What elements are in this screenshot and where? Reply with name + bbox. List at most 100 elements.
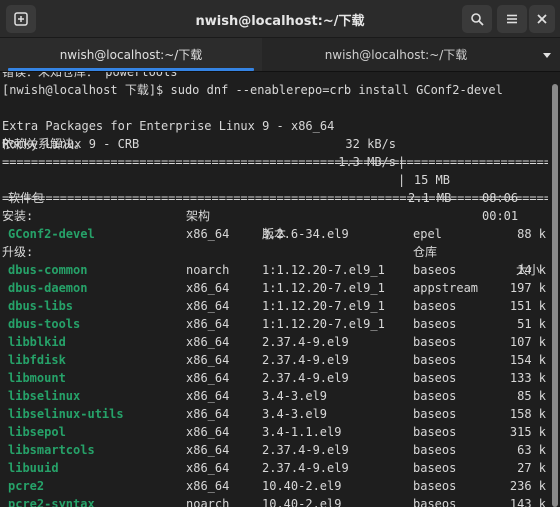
package-name: dbus-daemon bbox=[8, 281, 88, 295]
package-row: pcre2-syntax noarch 10.40-2.el9 baseos 143 k bbox=[2, 495, 548, 507]
package-version: 10.40-2.el9 bbox=[262, 479, 342, 493]
package-repo: baseos bbox=[413, 353, 457, 367]
package-size: 85 k bbox=[517, 389, 546, 403]
package-name: dbus-libs bbox=[8, 299, 74, 313]
package-arch: noarch bbox=[186, 497, 230, 507]
package-size: 158 k bbox=[509, 407, 546, 421]
package-name: dbus-tools bbox=[8, 317, 81, 331]
package-version: 1:1.12.20-7.el9_1 bbox=[262, 299, 385, 313]
package-arch: x86_64 bbox=[186, 227, 230, 241]
package-arch: x86_64 bbox=[186, 407, 230, 421]
package-version: 10.40-2.el9 bbox=[262, 497, 342, 507]
package-version: 2.37.4-9.el9 bbox=[262, 371, 349, 385]
package-name: libuuid bbox=[8, 461, 59, 475]
package-size: 27 k bbox=[517, 461, 546, 475]
package-row: libblkid x86_64 2.37.4-9.el9 baseos 107 k bbox=[2, 333, 548, 351]
package-name: libfdisk bbox=[8, 353, 66, 367]
package-repo: baseos bbox=[413, 371, 457, 385]
package-arch: x86_64 bbox=[186, 443, 230, 457]
package-repo: baseos bbox=[413, 443, 457, 457]
package-version: 3.4-1.1.el9 bbox=[262, 425, 342, 439]
package-repo: baseos bbox=[413, 263, 457, 277]
package-version: 2.37.4-9.el9 bbox=[262, 461, 349, 475]
package-version: 3.4-3.el9 bbox=[262, 407, 328, 421]
package-version: 1:1.12.20-7.el9_1 bbox=[262, 281, 385, 295]
package-row: libmount x86_64 2.37.4-9.el9 baseos 133 k bbox=[2, 369, 548, 387]
package-repo: baseos bbox=[413, 425, 457, 439]
header-repo: 仓库 bbox=[413, 245, 438, 259]
repo-status-line: Rocky Linux 9 - CRB 1.3 MB/s | 2.1 MB 00… bbox=[2, 137, 519, 223]
package-version: 2.37.4-9.el9 bbox=[262, 335, 349, 349]
package-row: libsepol x86_64 3.4-1.1.el9 baseos 315 k bbox=[2, 423, 548, 441]
package-arch: x86_64 bbox=[186, 425, 230, 439]
package-size: 133 k bbox=[509, 371, 546, 385]
package-repo: epel bbox=[413, 227, 442, 241]
package-row: libsmartcols x86_64 2.37.4-9.el9 baseos 63 k bbox=[2, 441, 548, 459]
close-button[interactable] bbox=[529, 5, 555, 33]
package-size: 236 k bbox=[509, 479, 546, 493]
package-row: libuuid x86_64 2.37.4-9.el9 baseos 27 k bbox=[2, 459, 548, 477]
tab-label: nwish@localhost:~/下载 bbox=[324, 48, 468, 62]
package-arch: x86_64 bbox=[186, 371, 230, 385]
package-row: dbus-daemon x86_64 1:1.12.20-7.el9_1 appstr… bbox=[2, 279, 548, 297]
package-arch: x86_64 bbox=[186, 461, 230, 475]
package-version: 3.4-3.el9 bbox=[262, 389, 328, 403]
table-header: 软件包 架构 版本 仓库 大小 bbox=[2, 171, 548, 277]
package-size: 14 k bbox=[517, 263, 546, 277]
deps-resolved: 依赖关系解决。 bbox=[2, 137, 87, 151]
package-name: libselinux-utils bbox=[8, 407, 124, 421]
package-name: pcre2-syntax bbox=[8, 497, 95, 507]
package-name: GConf2-devel bbox=[8, 227, 95, 241]
package-repo: baseos bbox=[413, 461, 457, 475]
package-arch: x86_64 bbox=[186, 389, 230, 403]
package-size: 63 k bbox=[517, 443, 546, 457]
search-icon bbox=[471, 13, 484, 26]
tab-list-button[interactable] bbox=[540, 47, 554, 61]
package-name: libsepol bbox=[8, 425, 66, 439]
hamburger-menu-icon bbox=[507, 14, 517, 24]
header-arch: 架构 bbox=[186, 209, 211, 223]
package-version: 2.37.4-9.el9 bbox=[262, 443, 349, 457]
package-size: 154 k bbox=[509, 353, 546, 367]
package-arch: x86_64 bbox=[186, 281, 230, 295]
package-name: dbus-common bbox=[8, 263, 88, 277]
package-size: 51 k bbox=[517, 317, 546, 331]
package-repo: baseos bbox=[413, 389, 457, 403]
package-row: libselinux-utils x86_64 3.4-3.el9 baseos 158… bbox=[2, 405, 548, 423]
search-button[interactable] bbox=[462, 5, 492, 33]
package-row: pcre2 x86_64 10.40-2.el9 baseos 236 k bbox=[2, 477, 548, 495]
terminal-output[interactable]: 错误：未知仓库：'powertools' [nwish@localhost 下载… bbox=[0, 64, 548, 507]
close-icon bbox=[537, 14, 547, 24]
package-row: GConf2-devel x86_64 3.2.6-34.el9 epel 88 k bbox=[2, 225, 548, 243]
package-row: libfdisk x86_64 2.37.4-9.el9 baseos 154 k bbox=[2, 351, 548, 369]
package-version: 2.37.4-9.el9 bbox=[262, 353, 349, 367]
separator: ========================================… bbox=[2, 155, 548, 169]
upgrading-label: 升级: bbox=[2, 245, 34, 259]
installing-label: 安装: bbox=[2, 209, 34, 223]
scrollbar[interactable] bbox=[548, 72, 560, 507]
package-arch: x86_64 bbox=[186, 299, 230, 313]
package-arch: x86_64 bbox=[186, 353, 230, 367]
package-arch: x86_64 bbox=[186, 335, 230, 349]
package-version: 1:1.12.20-7.el9_1 bbox=[262, 263, 385, 277]
package-version: 1:1.12.20-7.el9_1 bbox=[262, 317, 385, 331]
package-size: 143 k bbox=[509, 497, 546, 507]
package-repo: baseos bbox=[413, 479, 457, 493]
package-row: libselinux x86_64 3.4-3.el9 baseos 85 k bbox=[2, 387, 548, 405]
scrollbar-thumb[interactable] bbox=[552, 84, 558, 507]
package-name: libselinux bbox=[8, 389, 81, 403]
package-name: libmount bbox=[8, 371, 66, 385]
title-bar: nwish@localhost:~/下载 bbox=[0, 0, 560, 38]
repo-time: 00:01 bbox=[482, 209, 519, 223]
package-name: pcre2 bbox=[8, 479, 45, 493]
cut-off-line: 错误：未知仓库：'powertools' bbox=[2, 65, 185, 79]
menu-button[interactable] bbox=[497, 5, 527, 33]
package-row: dbus-common noarch 1:1.12.20-7.el9_1 baseos… bbox=[2, 261, 548, 279]
package-name: libsmartcols bbox=[8, 443, 95, 457]
package-size: 315 k bbox=[509, 425, 546, 439]
separator: ========================================… bbox=[2, 191, 548, 205]
package-row: dbus-libs x86_64 1:1.12.20-7.el9_1 baseos 15… bbox=[2, 297, 548, 315]
package-repo: baseos bbox=[413, 335, 457, 349]
package-repo: appstream bbox=[413, 281, 479, 295]
package-row: dbus-tools x86_64 1:1.12.20-7.el9_1 baseos 5… bbox=[2, 315, 548, 333]
